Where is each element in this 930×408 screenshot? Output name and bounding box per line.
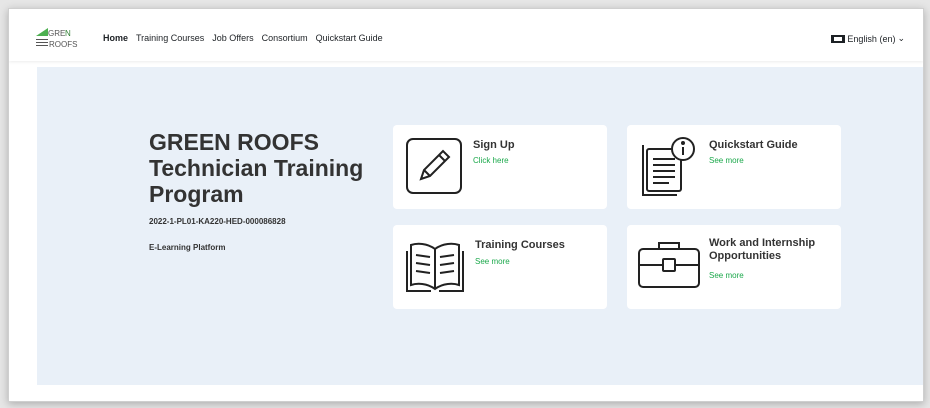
project-code: 2022-1-PL01-KA220-HED-000086828 bbox=[149, 217, 286, 226]
language-selector[interactable]: English (en) ⌄ bbox=[831, 33, 905, 44]
open-book-icon bbox=[405, 239, 465, 300]
green-roofs-logo[interactable]: GRE N ROOFS bbox=[34, 26, 82, 50]
signup-card[interactable]: Sign Up Click here bbox=[393, 125, 607, 209]
svg-text:ROOFS: ROOFS bbox=[49, 40, 77, 49]
language-icon bbox=[831, 34, 846, 43]
card-title: Quickstart Guide bbox=[709, 139, 798, 151]
signup-link[interactable]: Click here bbox=[473, 156, 509, 165]
nav-job-offers[interactable]: Job Offers bbox=[212, 33, 253, 43]
pencil-icon bbox=[405, 137, 463, 200]
work-internship-card[interactable]: Work and Internship Opportunities See mo… bbox=[627, 225, 841, 309]
work-internship-see-more-link[interactable]: See more bbox=[709, 271, 744, 280]
nav-consortium[interactable]: Consortium bbox=[262, 33, 308, 43]
training-courses-card[interactable]: Training Courses See more bbox=[393, 225, 607, 309]
training-courses-see-more-link[interactable]: See more bbox=[475, 257, 510, 266]
nav-home[interactable]: Home bbox=[103, 33, 128, 43]
nav-quickstart-guide[interactable]: Quickstart Guide bbox=[316, 33, 383, 43]
svg-text:GRE: GRE bbox=[48, 29, 65, 38]
nav-training-courses[interactable]: Training Courses bbox=[136, 33, 204, 43]
card-title: Sign Up bbox=[473, 139, 515, 151]
browser-frame: GRE N ROOFS Home Training Courses Job Of… bbox=[8, 8, 924, 402]
briefcase-icon bbox=[637, 239, 701, 294]
card-title: Training Courses bbox=[475, 239, 565, 251]
main-nav: Home Training Courses Job Offers Consort… bbox=[103, 33, 383, 43]
chevron-down-icon: ⌄ bbox=[897, 33, 905, 43]
hero-section: GREEN ROOFS Technician Training Program … bbox=[37, 67, 923, 385]
page-title: GREEN ROOFS Technician Training Program bbox=[149, 129, 364, 207]
document-info-icon bbox=[641, 135, 697, 202]
card-title: Work and Internship Opportunities bbox=[709, 237, 816, 262]
navbar: GRE N ROOFS Home Training Courses Job Of… bbox=[9, 9, 923, 61]
quickstart-see-more-link[interactable]: See more bbox=[709, 156, 744, 165]
language-label: English (en) bbox=[847, 33, 896, 44]
svg-text:N: N bbox=[65, 29, 71, 38]
quickstart-guide-card[interactable]: Quickstart Guide See more bbox=[627, 125, 841, 209]
hero-subtitle: E-Learning Platform bbox=[149, 243, 226, 252]
